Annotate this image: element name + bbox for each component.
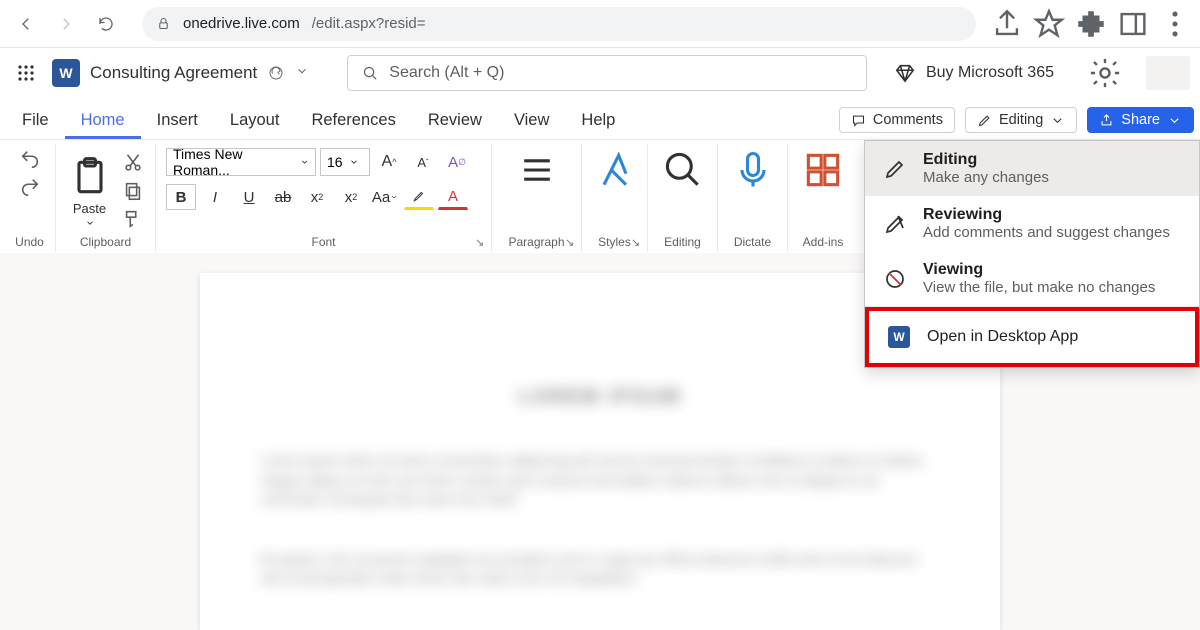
paste-button[interactable]: Paste [68, 155, 112, 228]
dropdown-item-editing[interactable]: Editing Make any changes [865, 141, 1199, 196]
font-launcher-icon[interactable]: ↘ [475, 236, 488, 249]
url-path: /edit.aspx?resid= [312, 15, 426, 32]
tab-file[interactable]: File [6, 102, 65, 139]
clear-format-button[interactable]: A∅ [442, 149, 472, 175]
group-label-clipboard: Clipboard [80, 234, 131, 250]
dropdown-item-viewing[interactable]: Viewing View the file, but make no chang… [865, 251, 1199, 306]
tab-insert[interactable]: Insert [141, 102, 214, 139]
tab-home[interactable]: Home [65, 102, 141, 139]
font-name-select[interactable]: Times New Roman... [166, 148, 316, 176]
forward-button[interactable] [48, 6, 84, 42]
group-label-font: Font [311, 234, 335, 250]
underline-button[interactable]: U [234, 184, 264, 210]
italic-button[interactable]: I [200, 184, 230, 210]
url-host: onedrive.live.com [183, 15, 300, 32]
styles-launcher-icon[interactable]: ↘ [631, 236, 644, 249]
paragraph-button[interactable] [515, 148, 559, 234]
extensions-icon[interactable] [1074, 7, 1108, 41]
tab-references[interactable]: References [295, 102, 411, 139]
reload-button[interactable] [88, 6, 124, 42]
tab-help[interactable]: Help [565, 102, 631, 139]
pencil-icon [883, 157, 907, 181]
settings-icon[interactable] [1088, 56, 1122, 90]
search-icon [362, 65, 379, 82]
mic-icon [731, 148, 775, 192]
star-icon[interactable] [1032, 7, 1066, 41]
styles-icon [593, 148, 637, 192]
font-color-button[interactable]: A [438, 184, 468, 210]
back-button[interactable] [8, 6, 44, 42]
format-painter-button[interactable] [122, 208, 144, 230]
search-icon [661, 148, 705, 192]
ribbon-tabs: File Home Insert Layout References Revie… [0, 98, 1200, 140]
shrink-font-button[interactable]: Aˇ [408, 149, 438, 175]
dictate-button[interactable] [731, 148, 775, 234]
bold-button[interactable]: B [166, 184, 196, 210]
comment-icon [851, 113, 866, 128]
title-chevron-icon[interactable] [295, 64, 309, 83]
addins-button[interactable] [801, 148, 845, 234]
dropdown-item-open-desktop[interactable]: W Open in Desktop App [865, 307, 1199, 367]
clipboard-icon [68, 155, 112, 199]
chevron-down-icon [1167, 113, 1182, 128]
tab-layout[interactable]: Layout [214, 102, 296, 139]
ribbon-editing-button[interactable] [661, 148, 705, 234]
saved-icon [267, 64, 285, 82]
diamond-icon [894, 62, 916, 84]
paragraph-icon [515, 148, 559, 192]
group-label-undo: Undo [15, 234, 44, 250]
highlight-button[interactable] [404, 184, 434, 210]
copy-button[interactable] [122, 180, 144, 202]
subscript-button[interactable]: x2 [302, 184, 332, 210]
grow-font-button[interactable]: A^ [374, 149, 404, 175]
view-icon [883, 267, 907, 291]
chevron-down-icon [85, 218, 95, 228]
superscript-button[interactable]: x2 [336, 184, 366, 210]
dropdown-item-reviewing[interactable]: Reviewing Add comments and suggest chang… [865, 196, 1199, 251]
cut-button[interactable] [122, 152, 144, 174]
buy-m365-button[interactable]: Buy Microsoft 365 [894, 62, 1054, 84]
strikethrough-button[interactable]: ab [268, 184, 298, 210]
more-icon[interactable] [1158, 7, 1192, 41]
word-logo-icon: W [887, 325, 911, 349]
word-logo-icon: W [52, 59, 80, 87]
redo-button[interactable] [19, 176, 41, 198]
group-label-editing: Editing [664, 234, 701, 250]
app-launcher-icon[interactable] [10, 57, 42, 89]
change-case-button[interactable]: Aa [370, 184, 400, 210]
pencil-icon [977, 113, 992, 128]
chevron-down-icon [1050, 113, 1065, 128]
share-button[interactable]: Share [1087, 107, 1194, 133]
tab-review[interactable]: Review [412, 102, 498, 139]
app-header: W Consulting Agreement Search (Alt + Q) … [0, 48, 1200, 98]
share-url-icon[interactable] [990, 7, 1024, 41]
group-label-addins: Add-ins [803, 234, 844, 250]
lock-icon [156, 16, 171, 31]
addins-icon [801, 148, 845, 192]
group-label-styles: Styles [598, 234, 631, 250]
font-size-select[interactable]: 16 [320, 148, 370, 176]
group-label-paragraph: Paragraph [508, 234, 564, 250]
account-avatar[interactable] [1146, 56, 1190, 90]
search-placeholder: Search (Alt + Q) [389, 64, 504, 82]
review-icon [883, 212, 907, 236]
search-input[interactable]: Search (Alt + Q) [347, 55, 867, 91]
document-title[interactable]: Consulting Agreement [90, 63, 257, 83]
address-bar[interactable]: onedrive.live.com/edit.aspx?resid= [142, 7, 976, 41]
undo-button[interactable] [19, 148, 41, 170]
browser-toolbar: onedrive.live.com/edit.aspx?resid= [0, 0, 1200, 48]
styles-button[interactable] [593, 148, 637, 234]
editing-mode-dropdown: Editing Make any changes Reviewing Add c… [864, 140, 1200, 368]
comments-button[interactable]: Comments [839, 107, 955, 133]
share-icon [1099, 113, 1114, 128]
group-label-dictate: Dictate [734, 234, 771, 250]
editing-mode-button[interactable]: Editing [965, 107, 1077, 133]
tab-view[interactable]: View [498, 102, 565, 139]
paragraph-launcher-icon[interactable]: ↘ [565, 236, 578, 249]
panel-icon[interactable] [1116, 7, 1150, 41]
